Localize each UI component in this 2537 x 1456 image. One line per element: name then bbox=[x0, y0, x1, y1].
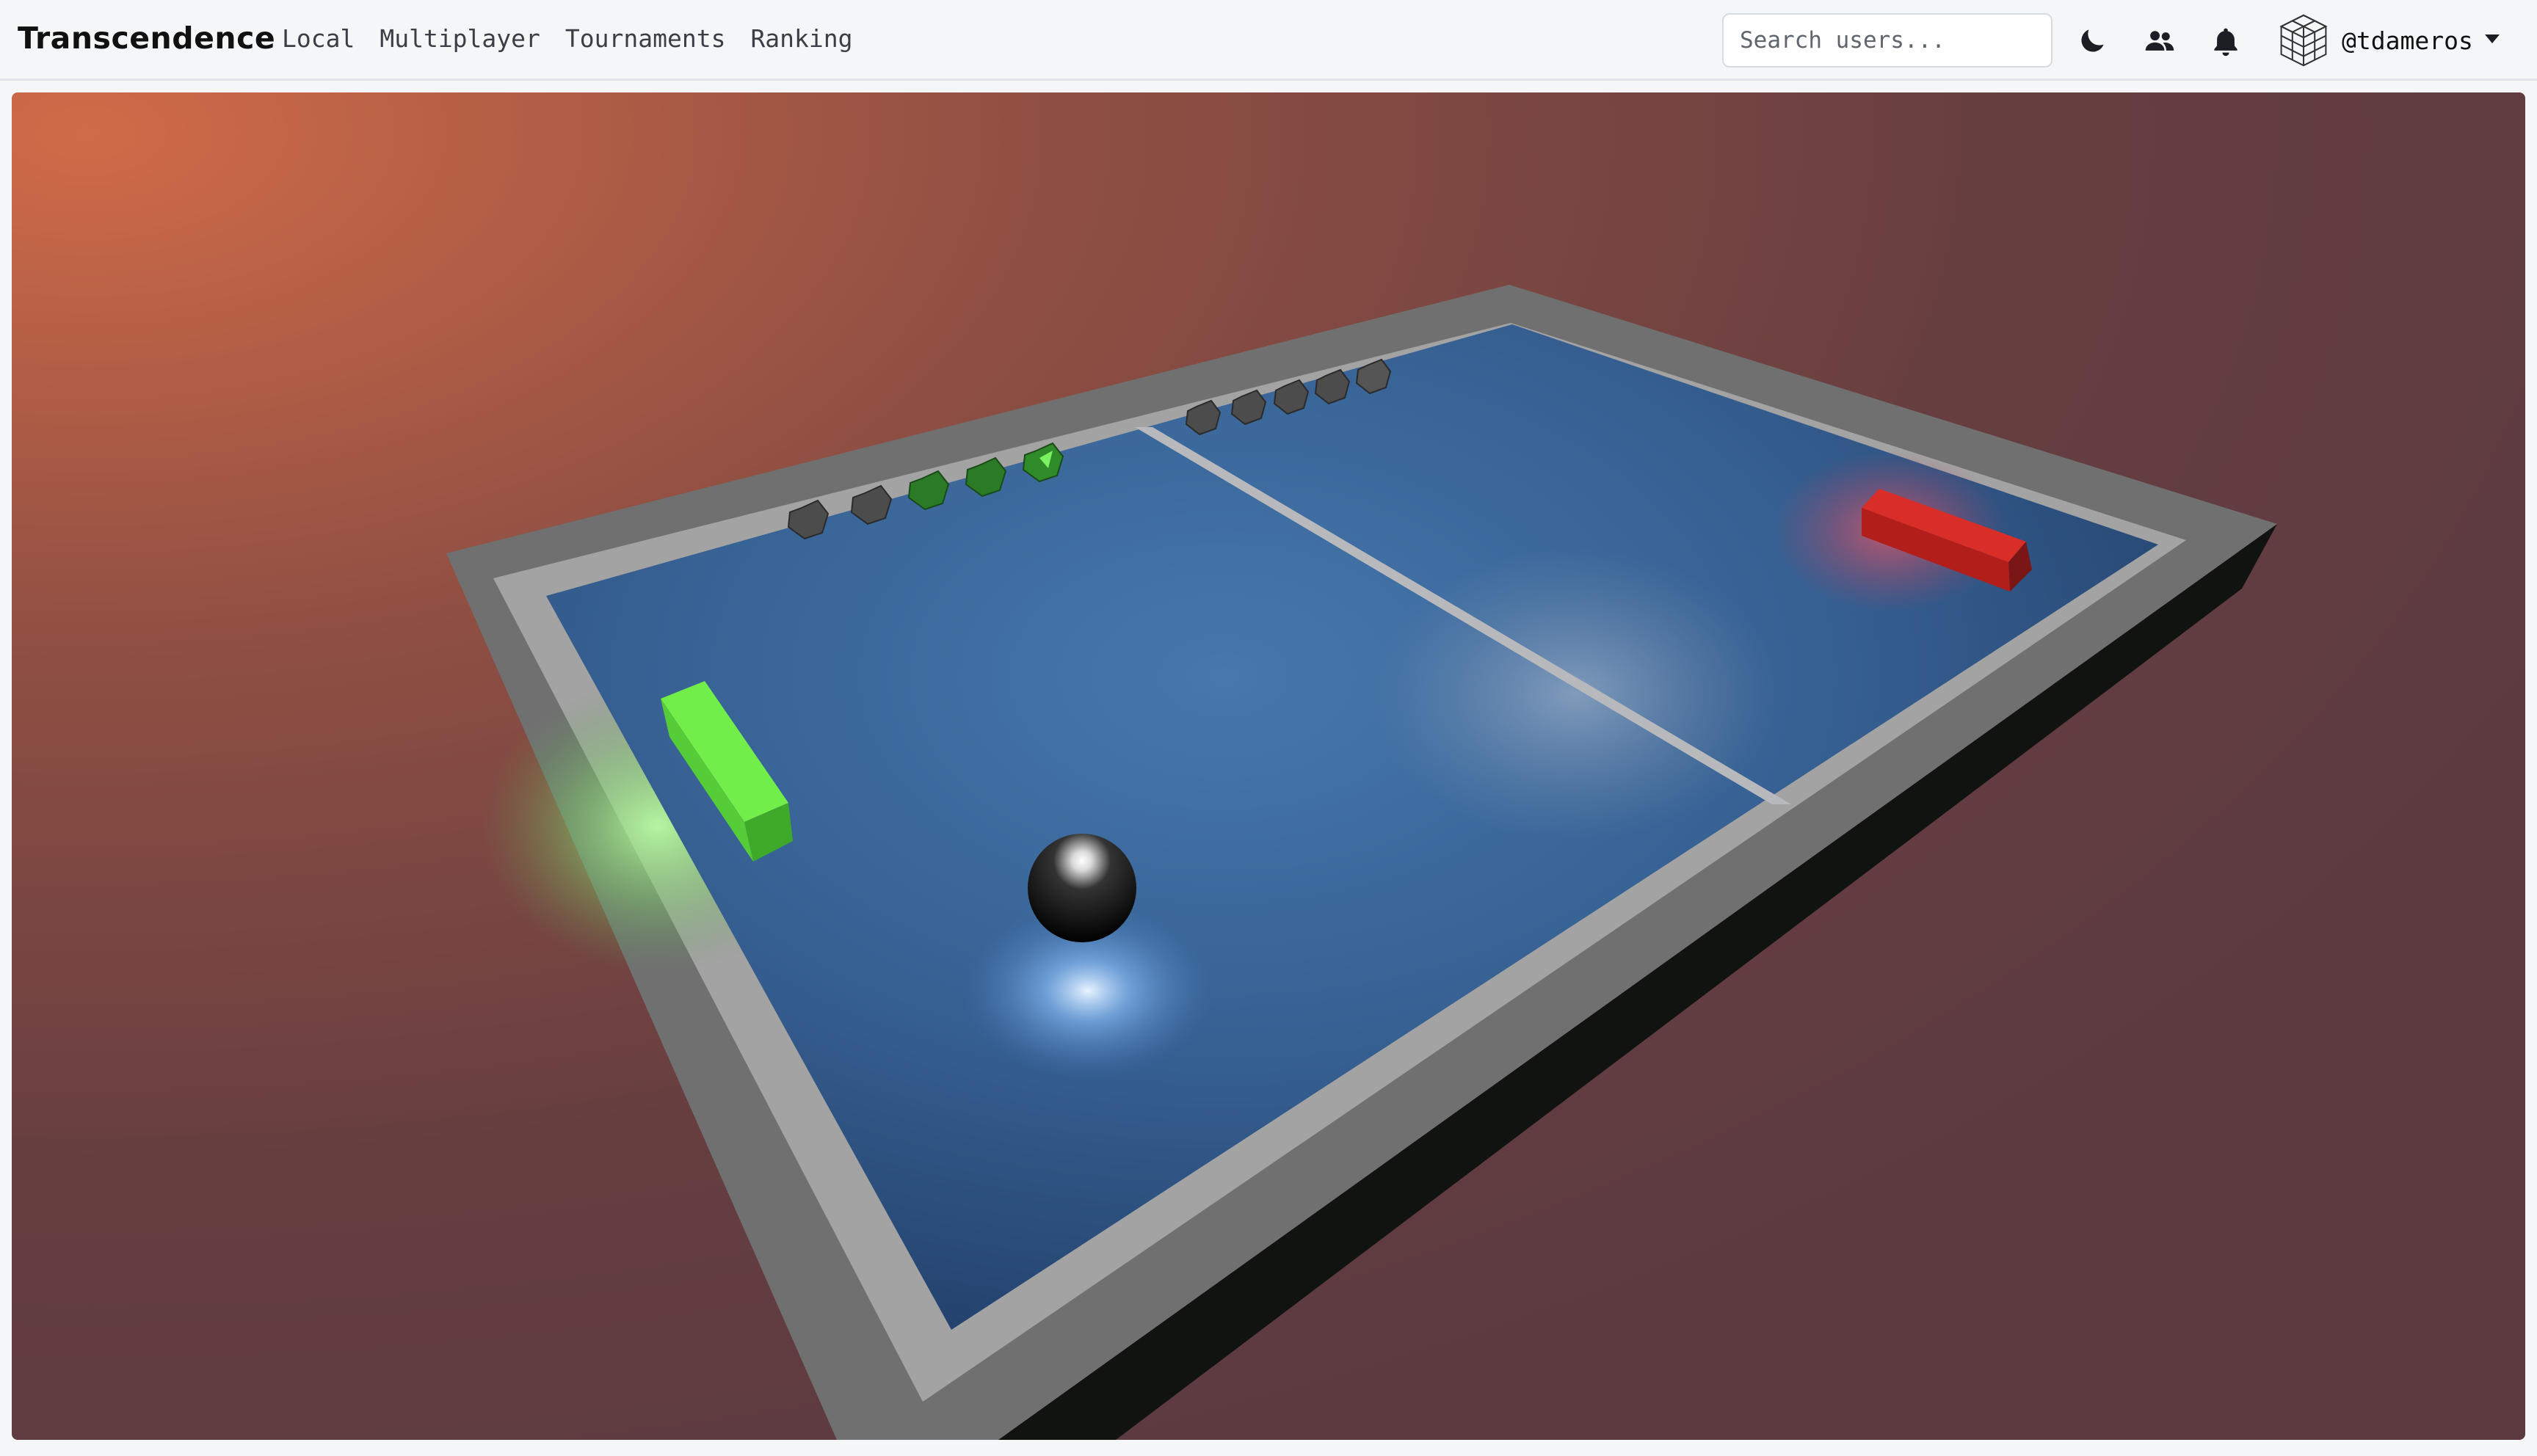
game-canvas[interactable] bbox=[12, 92, 2525, 1440]
search-users-input[interactable] bbox=[1722, 13, 2053, 68]
center-light bbox=[1370, 547, 1781, 841]
nav-local-link[interactable]: Local bbox=[282, 24, 355, 53]
user-menu[interactable]: @tdameros bbox=[2276, 9, 2501, 72]
ball bbox=[1028, 834, 1136, 942]
nav-multiplayer-link[interactable]: Multiplayer bbox=[380, 24, 540, 53]
notifications-button[interactable] bbox=[2207, 22, 2245, 60]
top-navbar: Transcendence Local Multiplayer Tourname… bbox=[0, 0, 2537, 81]
nav-ranking-link[interactable]: Ranking bbox=[750, 24, 852, 53]
avatar bbox=[2279, 14, 2328, 67]
username-label: @tdameros bbox=[2342, 26, 2473, 55]
friends-icon bbox=[2145, 31, 2174, 51]
moon-icon bbox=[2081, 29, 2104, 52]
theme-toggle-button[interactable] bbox=[2073, 22, 2111, 60]
nav-tournaments-link[interactable]: Tournaments bbox=[565, 24, 726, 53]
pong-3d-scene bbox=[12, 92, 2525, 1440]
main-nav: Local Multiplayer Tournaments Ranking bbox=[282, 24, 853, 53]
chevron-down-icon bbox=[2483, 33, 2501, 48]
bell-icon bbox=[2214, 28, 2237, 57]
friends-button[interactable] bbox=[2141, 22, 2179, 60]
brand-logo[interactable]: Transcendence bbox=[18, 21, 275, 56]
